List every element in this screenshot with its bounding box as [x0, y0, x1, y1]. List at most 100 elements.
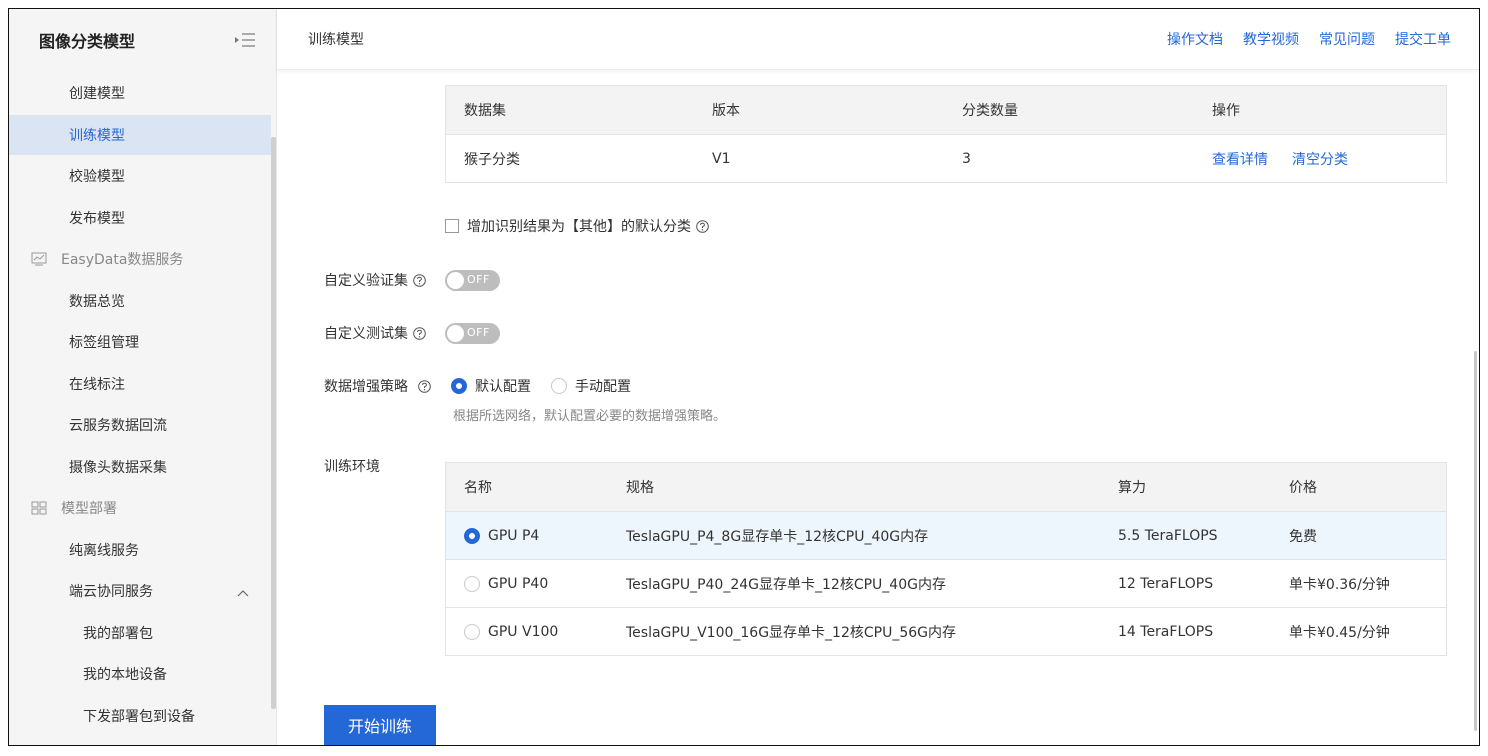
gpu-power: 12 TeraFLOPS — [1118, 575, 1214, 592]
link-docs[interactable]: 操作文档 — [1167, 29, 1223, 49]
gpu-power: 5.5 TeraFLOPS — [1118, 527, 1218, 544]
link-tutorial-videos[interactable]: 教学视频 — [1243, 29, 1299, 49]
gpu-price: 单卡¥0.36/分钟 — [1289, 576, 1390, 593]
gpu-name: GPU P40 — [488, 575, 549, 592]
custom-test-text: 自定义测试集 — [324, 326, 408, 342]
toggle-state: OFF — [467, 273, 490, 286]
column-header: 价格 — [1289, 480, 1317, 496]
deploy-icon — [31, 501, 47, 515]
table-row: 猴子分类 V1 3 查看详情 清空分类 — [446, 134, 1446, 182]
sidebar-item-create-model[interactable]: 创建模型 — [9, 73, 271, 113]
augmentation-label: 数据增强策略 — [324, 376, 431, 396]
custom-validation-text: 自定义验证集 — [324, 273, 408, 289]
dataset-version: V1 — [712, 150, 731, 167]
gpu-name-cell[interactable]: GPU P40 — [464, 560, 548, 607]
table-row[interactable]: GPU P40 TeslaGPU_P40_24G显存单卡_12核CPU_40G内… — [446, 559, 1446, 607]
augmentation-default-option[interactable]: 默认配置 — [451, 376, 531, 396]
column-header: 算力 — [1118, 480, 1146, 496]
help-links: 操作文档 教学视频 常见问题 提交工单 — [1167, 29, 1451, 49]
augmentation-hint: 根据所选网络，默认配置必要的数据增强策略。 — [453, 409, 727, 424]
column-header: 名称 — [464, 480, 492, 496]
sidebar-item-push-package-to-device[interactable]: 下发部署包到设备 — [9, 696, 271, 736]
augmentation-manual-option[interactable]: 手动配置 — [551, 376, 631, 396]
chevron-up-icon[interactable] — [237, 585, 249, 597]
other-class-checkbox[interactable] — [445, 219, 459, 233]
sidebar-item-online-annotation[interactable]: 在线标注 — [9, 364, 271, 404]
table-header: 名称 规格 算力 价格 — [446, 463, 1446, 511]
augmentation-text: 数据增强策略 — [324, 379, 408, 395]
app-window: 图像分类模型 创建模型 训练模型 校验模型 发布模型 EasyData数据服务 … — [8, 8, 1480, 746]
gpu-spec: TeslaGPU_P4_8G显存单卡_12核CPU_40G内存 — [626, 528, 929, 545]
sidebar-item-train-model[interactable]: 训练模型 — [9, 115, 271, 155]
column-header: 规格 — [626, 480, 654, 496]
toggle-knob — [447, 325, 464, 342]
sidebar-item-offline-service[interactable]: 纯离线服务 — [9, 530, 271, 570]
start-training-button[interactable]: 开始训练 — [324, 705, 436, 745]
radio-default-label: 默认配置 — [475, 379, 531, 395]
sidebar-item-my-local-devices[interactable]: 我的本地设备 — [9, 654, 271, 694]
dataset-name: 猴子分类 — [464, 151, 520, 168]
radio-manual-label: 手动配置 — [575, 379, 631, 395]
toggle-state: OFF — [467, 326, 490, 339]
collapse-menu-icon[interactable] — [234, 32, 256, 48]
radio-manual[interactable] — [551, 378, 567, 394]
toggle-knob — [447, 272, 464, 289]
table-row[interactable]: GPU V100 TeslaGPU_V100_16G显存单卡_12核CPU_56… — [446, 607, 1446, 655]
view-details-link[interactable]: 查看详情 — [1212, 135, 1268, 182]
other-class-label: 增加识别结果为【其他】的默认分类 — [467, 219, 691, 235]
column-header: 操作 — [1212, 103, 1240, 119]
other-class-option[interactable]: 增加识别结果为【其他】的默认分类 — [445, 216, 709, 236]
sidebar-item-edge-cloud-service[interactable]: 端云协同服务 — [9, 571, 271, 611]
custom-test-label: 自定义测试集 — [324, 323, 426, 343]
sidebar-group-deploy[interactable]: 模型部署 — [9, 488, 271, 528]
gpu-price: 单卡¥0.45/分钟 — [1289, 624, 1390, 641]
radio-gpu-v100[interactable] — [464, 623, 480, 640]
help-icon[interactable] — [413, 273, 426, 287]
gpu-power: 14 TeraFLOPS — [1118, 623, 1214, 640]
class-count: 3 — [962, 150, 971, 167]
column-header: 版本 — [712, 103, 740, 119]
gpu-spec: TeslaGPU_P40_24G显存单卡_12核CPU_40G内存 — [626, 576, 946, 593]
link-faq[interactable]: 常见问题 — [1319, 29, 1375, 49]
sidebar-title: 图像分类模型 — [39, 32, 136, 51]
link-submit-ticket[interactable]: 提交工单 — [1395, 29, 1451, 49]
top-bar: 训练模型 操作文档 教学视频 常见问题 提交工单 — [277, 9, 1479, 70]
radio-default[interactable] — [451, 378, 467, 394]
sidebar-item-label-groups[interactable]: 标签组管理 — [9, 322, 271, 362]
custom-validation-label: 自定义验证集 — [324, 270, 426, 290]
sidebar-item-camera-collection[interactable]: 摄像头数据采集 — [9, 447, 271, 487]
sidebar-item-my-deploy-packages[interactable]: 我的部署包 — [9, 613, 271, 653]
help-icon[interactable] — [413, 326, 426, 340]
radio-gpu-p40[interactable] — [464, 575, 480, 592]
main-scrollbar[interactable] — [1474, 351, 1477, 731]
gpu-name-cell[interactable]: GPU V100 — [464, 608, 558, 655]
dataset-table: 数据集 版本 分类数量 操作 猴子分类 V1 3 查看详情 清空分类 — [445, 85, 1447, 183]
sidebar: 图像分类模型 创建模型 训练模型 校验模型 发布模型 EasyData数据服务 … — [9, 9, 277, 745]
help-icon[interactable] — [696, 219, 709, 233]
train-env-table: 名称 规格 算力 价格 GPU P4 TeslaGPU_P4_8G显存单卡_12… — [445, 462, 1447, 656]
column-header: 数据集 — [464, 103, 506, 119]
sidebar-header: 图像分类模型 — [9, 9, 276, 71]
custom-validation-toggle[interactable]: OFF — [445, 270, 500, 291]
sidebar-scrollbar[interactable] — [271, 137, 276, 709]
sidebar-item-data-overview[interactable]: 数据总览 — [9, 281, 271, 321]
chart-icon — [31, 252, 47, 266]
radio-gpu-p4[interactable] — [464, 527, 480, 544]
main-content: 数据集 版本 分类数量 操作 猴子分类 V1 3 查看详情 清空分类 增加识别结… — [277, 71, 1479, 745]
sidebar-item-publish-model[interactable]: 发布模型 — [9, 198, 271, 238]
clear-classes-link[interactable]: 清空分类 — [1292, 135, 1348, 182]
custom-test-toggle[interactable]: OFF — [445, 323, 500, 344]
sidebar-item-cloud-data-reflow[interactable]: 云服务数据回流 — [9, 405, 271, 445]
column-header: 分类数量 — [962, 103, 1018, 119]
train-env-label: 训练环境 — [324, 459, 380, 475]
table-row[interactable]: GPU P4 TeslaGPU_P4_8G显存单卡_12核CPU_40G内存 5… — [446, 511, 1446, 559]
gpu-price: 免费 — [1289, 528, 1317, 545]
table-header: 数据集 版本 分类数量 操作 — [446, 86, 1446, 134]
gpu-name-cell[interactable]: GPU P4 — [464, 512, 539, 559]
sidebar-group-easydata[interactable]: EasyData数据服务 — [9, 239, 271, 279]
breadcrumb: 训练模型 — [308, 32, 364, 48]
gpu-name: GPU V100 — [488, 623, 559, 640]
sidebar-item-validate-model[interactable]: 校验模型 — [9, 156, 271, 196]
help-icon[interactable] — [418, 379, 431, 393]
gpu-name: GPU P4 — [488, 527, 540, 544]
